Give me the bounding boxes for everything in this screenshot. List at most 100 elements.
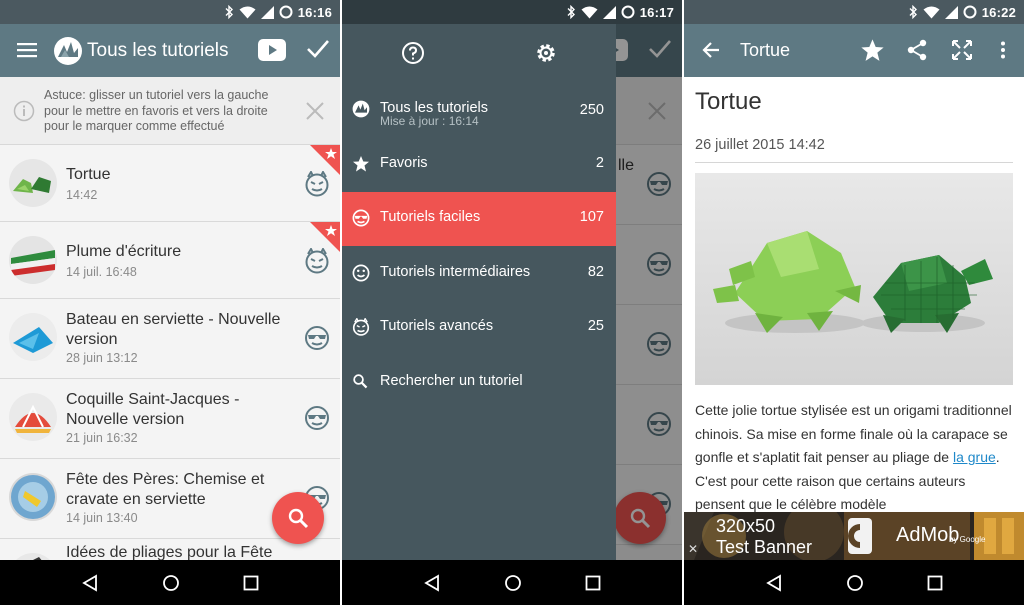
battery-ring-icon [621,5,635,19]
tutorial-thumbnail [9,159,57,207]
easy-sunglasses-icon [305,406,329,430]
drawer-item-intermediate[interactable]: Tutoriels intermédiaires 82 [342,247,616,300]
help-icon[interactable] [401,41,425,65]
status-time: 16:16 [297,4,332,20]
more-vert-icon[interactable] [1000,41,1006,59]
drawer-item-count: 25 [587,318,604,334]
drawer-item-label: Tutoriels avancés [380,318,494,334]
navigation-drawer-screen: lle 16:17 Tous les tutoriels Mise à jour… [342,0,682,605]
article-link-grue[interactable]: la grue [953,449,996,465]
checkmark-icon[interactable] [306,39,330,59]
drawer-item-label: Tutoriels faciles [380,209,481,225]
tutorial-thumbnail [9,313,57,361]
fullscreen-icon[interactable] [952,40,972,60]
item-time: 14 juil. 16:48 [66,265,137,279]
drawer-item-label: Favoris [380,155,428,171]
search-icon [288,508,309,529]
easy-sunglasses-icon [305,326,329,350]
item-time: 28 juin 13:12 [66,351,138,365]
drawer-item-count: 107 [579,209,604,225]
drawer-item-count: 250 [579,102,604,118]
app-title: Tortue [740,40,791,60]
tutorial-list-screen: 16:16 Tous les tutoriels Astuce: glisser… [0,0,340,605]
bluetooth-icon [567,5,575,19]
list-item[interactable]: Tortue 14:42 [0,145,340,222]
youtube-icon[interactable] [258,39,286,61]
wifi-icon [923,6,940,18]
status-bar: 16:17 [342,0,682,24]
drawer-item-favorites[interactable]: Favoris 2 [342,138,616,191]
article-body: Cette jolie tortue stylisée est un origa… [695,399,1017,517]
app-title: Tous les tutoriels [87,40,229,61]
signal-icon [602,5,616,19]
status-bar: 16:16 [0,0,340,24]
home-nav-icon[interactable] [162,574,180,592]
search-icon [353,374,368,389]
back-arrow-icon[interactable] [702,41,720,59]
system-nav-bar [684,560,1024,605]
item-time: 14:42 [66,188,98,202]
hard-devil-icon [352,318,370,336]
app-bar: Tous les tutoriels [0,24,340,77]
system-nav-bar [342,560,682,605]
wifi-icon [581,6,598,18]
ad-close-icon[interactable]: ✕ [688,542,698,556]
drawer-item-all-tutorials[interactable]: Tous les tutoriels Mise à jour : 16:14 2… [342,83,616,133]
tip-text: Astuce: glisser un tutoriel vers la gauc… [44,88,269,133]
drawer-item-label: Tutoriels intermédiaires [380,264,531,280]
item-title: Plume d'écriture [66,243,182,260]
recents-nav-icon[interactable] [927,575,943,591]
drawer-item-easy[interactable]: Tutoriels faciles 107 [342,192,616,246]
item-title: Bateau en serviette - Nouvelle version [66,311,281,348]
home-nav-icon[interactable] [504,574,522,592]
list-item[interactable]: Plume d'écriture 14 juil. 16:48 [0,222,340,299]
ad-brand-by: by Google [949,535,986,544]
back-nav-icon[interactable] [765,573,783,592]
list-item[interactable]: Coquille Saint-Jacques - Nouvelle versio… [0,379,340,459]
search-fab-button[interactable] [272,492,324,544]
drawer-item-advanced[interactable]: Tutoriels avancés 25 [342,301,616,354]
battery-ring-icon [963,5,977,19]
wifi-icon [239,6,256,18]
share-icon[interactable] [906,39,928,61]
star-icon[interactable] [860,38,885,63]
drawer-item-count: 2 [595,155,604,171]
home-nav-icon[interactable] [846,574,864,592]
drawer-item-updated: Mise à jour : 16:14 [380,114,479,128]
recents-nav-icon[interactable] [243,575,259,591]
status-time: 16:22 [981,4,1016,20]
item-title: Tortue [66,166,111,183]
tutorial-photo [695,173,1013,385]
star-icon [353,156,369,172]
app-logo-icon [54,37,82,65]
status-bar: 16:22 [684,0,1024,24]
drawer-item-label: Rechercher un tutoriel [380,373,523,389]
back-nav-icon[interactable] [81,573,99,592]
hard-devil-icon [305,248,329,274]
recents-nav-icon[interactable] [585,575,601,591]
admob-banner[interactable]: 320x50 Test Banner AdMob by Google ✕ [684,512,1024,560]
navigation-drawer: Tous les tutoriels Mise à jour : 16:14 2… [342,24,616,560]
easy-sunglasses-icon [352,209,370,227]
app-bar: Tortue [684,24,1024,77]
close-icon[interactable] [306,102,324,120]
signal-icon [260,5,274,19]
item-title: Fête des Pères: Chemise et cravate en se… [66,471,265,508]
item-time: 21 juin 16:32 [66,431,138,445]
drawer-item-search[interactable]: Rechercher un tutoriel [342,356,616,409]
back-nav-icon[interactable] [423,573,441,592]
article-date: 26 juillet 2015 14:42 [695,137,825,153]
menu-icon[interactable] [17,42,37,58]
status-time: 16:17 [639,4,674,20]
tutorial-detail-screen: 16:22 Tortue Tortue 26 juillet 2015 14:4… [684,0,1024,605]
tutorial-thumbnail [9,236,57,284]
tutorial-thumbnail [9,473,57,521]
item-title: Coquille Saint-Jacques - Nouvelle versio… [66,391,240,428]
bluetooth-icon [225,5,233,19]
smile-icon [352,264,370,282]
gear-icon[interactable] [534,41,558,65]
signal-icon [944,5,958,19]
list-item[interactable]: Bateau en serviette - Nouvelle version 2… [0,299,340,379]
info-icon [13,100,35,122]
hard-devil-icon [305,171,329,197]
